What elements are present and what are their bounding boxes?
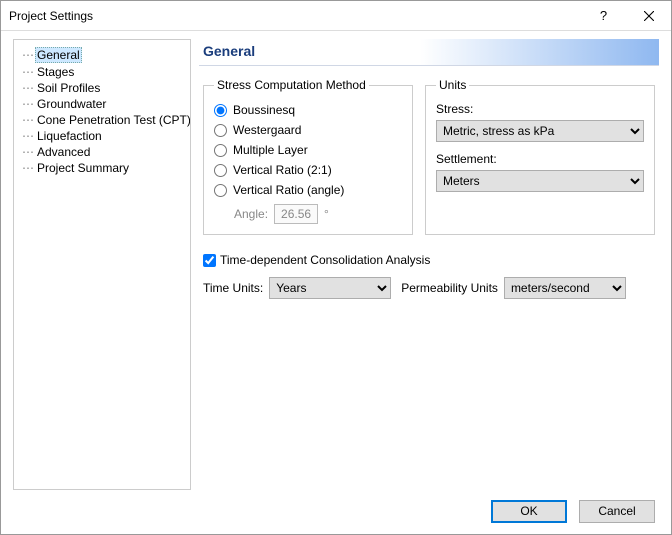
dialog-body: ⋯General ⋯Stages ⋯Soil Profiles ⋯Groundw… [1, 31, 671, 494]
radio-multiple-layer-input[interactable] [214, 144, 227, 157]
groups-row: Stress Computation Method Boussinesq Wes… [199, 78, 659, 235]
ok-button[interactable]: OK [491, 500, 567, 523]
time-units-select[interactable]: Years [269, 277, 391, 299]
stress-method-group: Stress Computation Method Boussinesq Wes… [203, 78, 413, 235]
dialog-project-settings: Project Settings ? ⋯General ⋯Stages ⋯Soi… [0, 0, 672, 535]
angle-row: Angle: ° [214, 200, 402, 224]
dialog-buttons: OK Cancel [1, 494, 671, 534]
units-legend: Units [436, 78, 469, 92]
help-button[interactable]: ? [581, 1, 626, 30]
consolidation-section: Time-dependent Consolidation Analysis Ti… [203, 253, 655, 299]
time-units-label: Time Units: [203, 281, 263, 295]
page-heading: General [199, 39, 659, 66]
radio-vertical-ratio-21-input[interactable] [214, 164, 227, 177]
titlebar: Project Settings ? [1, 1, 671, 31]
window-title: Project Settings [9, 9, 581, 23]
tree-item-liquefaction[interactable]: ⋯Liquefaction [18, 128, 186, 144]
radio-vertical-ratio-angle[interactable]: Vertical Ratio (angle) [214, 180, 402, 200]
consolidation-units-row: Time Units: Years Permeability Units met… [203, 277, 655, 299]
tree-item-general[interactable]: ⋯General [18, 46, 186, 64]
angle-label: Angle: [234, 207, 268, 221]
settlement-label: Settlement: [436, 150, 644, 168]
tree-item-project-summary[interactable]: ⋯Project Summary [18, 160, 186, 176]
tree-item-stages[interactable]: ⋯Stages [18, 64, 186, 80]
stress-method-legend: Stress Computation Method [214, 78, 369, 92]
radio-vertical-ratio-21[interactable]: Vertical Ratio (2:1) [214, 160, 402, 180]
radio-westergaard[interactable]: Westergaard [214, 120, 402, 140]
stress-label: Stress: [436, 100, 644, 118]
tree-item-soil-profiles[interactable]: ⋯Soil Profiles [18, 80, 186, 96]
cancel-button[interactable]: Cancel [579, 500, 655, 523]
radio-boussinesq-input[interactable] [214, 104, 227, 117]
tree-item-groundwater[interactable]: ⋯Groundwater [18, 96, 186, 112]
radio-boussinesq[interactable]: Boussinesq [214, 100, 402, 120]
tree-item-cpt[interactable]: ⋯Cone Penetration Test (CPT) [18, 112, 186, 128]
angle-unit: ° [324, 207, 329, 221]
tree-item-advanced[interactable]: ⋯Advanced [18, 144, 186, 160]
permeability-units-label: Permeability Units [401, 281, 498, 295]
close-icon [644, 11, 654, 21]
stress-units-select[interactable]: Metric, stress as kPa [436, 120, 644, 142]
settlement-units-select[interactable]: Meters [436, 170, 644, 192]
consolidation-checkbox-row[interactable]: Time-dependent Consolidation Analysis [203, 253, 655, 267]
radio-vertical-ratio-angle-input[interactable] [214, 184, 227, 197]
consolidation-checkbox[interactable] [203, 254, 216, 267]
radio-westergaard-input[interactable] [214, 124, 227, 137]
radio-multiple-layer[interactable]: Multiple Layer [214, 140, 402, 160]
angle-input [274, 204, 318, 224]
permeability-units-select[interactable]: meters/second [504, 277, 626, 299]
close-button[interactable] [626, 1, 671, 30]
main-panel: General Stress Computation Method Boussi… [199, 39, 659, 490]
units-group: Units Stress: Metric, stress as kPa Sett… [425, 78, 655, 235]
category-tree[interactable]: ⋯General ⋯Stages ⋯Soil Profiles ⋯Groundw… [13, 39, 191, 490]
